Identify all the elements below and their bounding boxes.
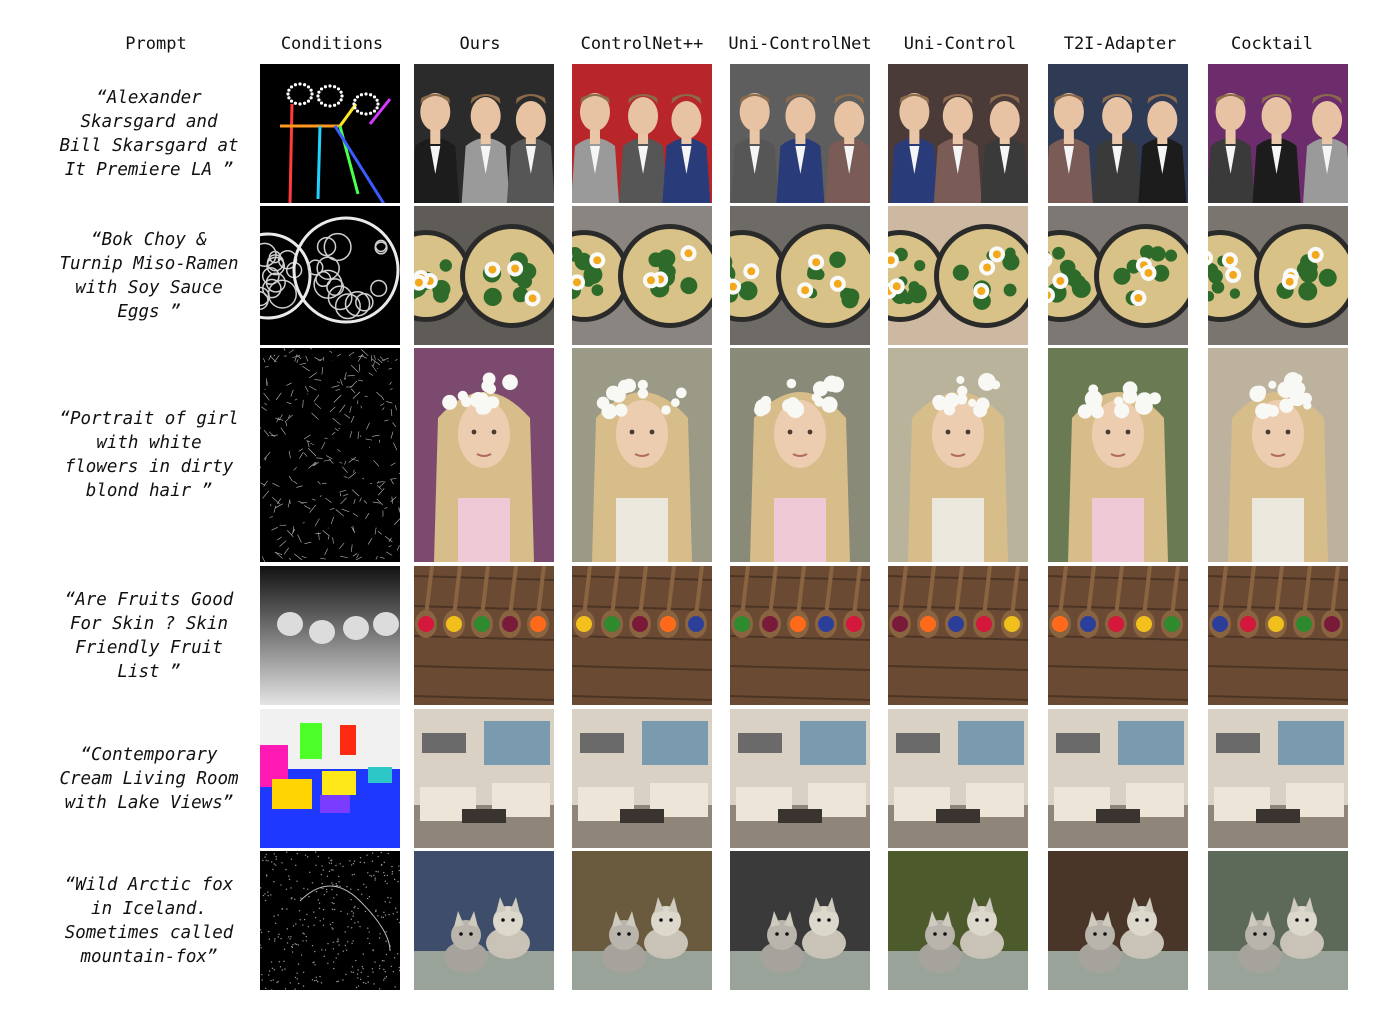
generated-image-cocktail [1208,348,1348,562]
prompt-text: “Are Fruits Good For Skin ? Skin Friendl… [64,589,234,682]
generated-image-uni-control [888,206,1028,345]
generated-image-t2i-adapter [1048,348,1188,562]
generated-image-uni-controlnet [730,64,870,203]
condition-image [260,566,400,705]
example-row: “Are Fruits Good For Skin ? Skin Friendl… [0,566,1394,705]
generated-image-cocktail [1208,566,1348,705]
condition-image [260,64,400,203]
column-header-t2i-adapter: T2I-Adapter [1063,34,1177,54]
generated-image-t2i-adapter [1048,709,1188,848]
generated-image-uni-control [888,566,1028,705]
generated-image-uni-control [888,64,1028,203]
generated-image-controlnet- [572,348,712,562]
column-header-uni-control: Uni-Control [903,34,1017,54]
generated-image-ours [414,348,554,562]
generated-image-cocktail [1208,206,1348,345]
generated-image-controlnet- [572,64,712,203]
generated-image-cocktail [1208,64,1348,203]
generated-image-uni-controlnet [730,566,870,705]
generated-image-controlnet- [572,851,712,990]
generated-image-t2i-adapter [1048,566,1188,705]
generated-image-uni-controlnet [730,851,870,990]
generated-image-uni-control [888,348,1028,562]
prompt-text: “Portrait of girl with white flowers in … [59,409,239,501]
generated-image-uni-controlnet [730,348,870,562]
generated-image-controlnet- [572,709,712,848]
generated-image-t2i-adapter [1048,64,1188,203]
generated-image-uni-controlnet [730,709,870,848]
column-headers: Prompt Conditions Ours ControlNet++ Uni-Cont… [0,34,1394,58]
column-header-ours: Ours [459,34,501,54]
condition-image [260,709,400,848]
column-header-prompt: Prompt [125,34,187,54]
generated-image-cocktail [1208,851,1348,990]
generated-image-ours [414,709,554,848]
example-row: “Contemporary Cream Living Room with Lak… [0,709,1394,848]
prompt-text: “Bok Choy & Turnip Miso-Ramen with Soy S… [59,229,239,322]
prompt-text: “Wild Arctic fox in Iceland. Sometimes c… [64,874,234,967]
example-row: “Bok Choy & Turnip Miso-Ramen with Soy S… [0,206,1394,345]
generated-image-t2i-adapter [1048,206,1188,345]
column-header-uni-controlnet: Uni-ControlNet [728,34,872,54]
example-row: “Portrait of girl with white flowers in … [0,348,1394,562]
condition-image [260,851,400,990]
generated-image-ours [414,851,554,990]
generated-image-cocktail [1208,709,1348,848]
column-header-controlnet-: ControlNet++ [580,34,704,54]
generated-image-t2i-adapter [1048,851,1188,990]
generated-image-controlnet- [572,566,712,705]
example-row: “Alexander Skarsgard and Bill Skarsgard … [0,64,1394,203]
generated-image-ours [414,206,554,345]
generated-image-uni-controlnet [730,206,870,345]
generated-image-ours [414,566,554,705]
column-header-conditions: Conditions [280,34,384,54]
condition-image [260,206,400,345]
prompt-text: “Contemporary Cream Living Room with Lak… [59,744,239,813]
prompt-text: “Alexander Skarsgard and Bill Skarsgard … [59,87,239,180]
condition-image [260,348,400,562]
generated-image-uni-control [888,709,1028,848]
generated-image-controlnet- [572,206,712,345]
generated-image-ours [414,64,554,203]
generated-image-uni-control [888,851,1028,990]
column-header-cocktail: Cocktail [1231,34,1313,54]
example-row: “Wild Arctic fox in Iceland. Sometimes c… [0,851,1394,990]
